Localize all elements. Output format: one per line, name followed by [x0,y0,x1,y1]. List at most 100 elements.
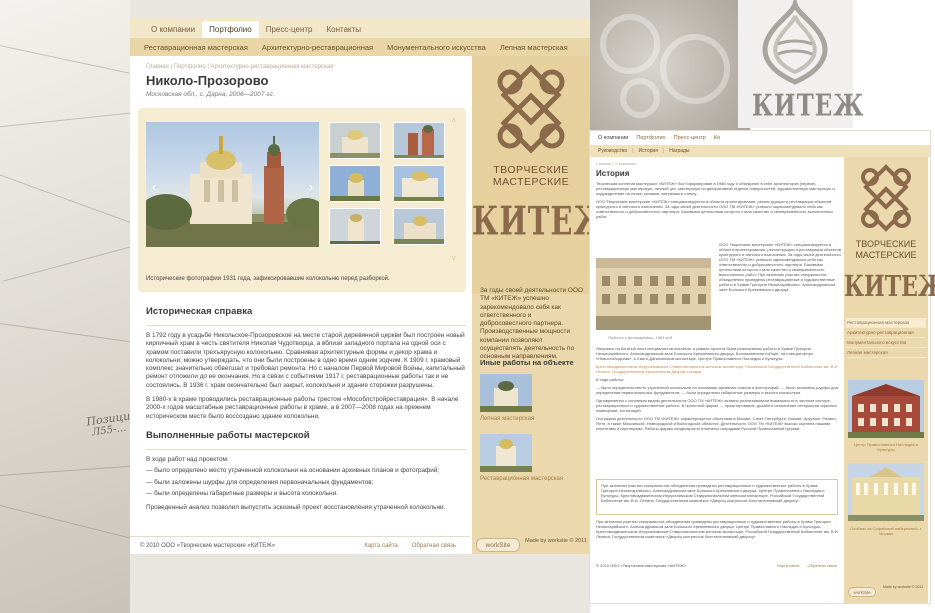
brand-name: ТВОРЧЕСКИЕ МАСТЕРСКИЕ [492,164,570,188]
gallery-thumbnail[interactable] [329,165,381,202]
preview-highlight[interactable]: Крестовоздвиженском Иерусалимском Ставро… [596,364,844,374]
subnav-item-restoration[interactable]: Реставрационная мастерская [144,43,248,52]
gallery-thumbnail[interactable] [393,165,445,202]
preview-brand-wordmark[interactable]: КИТЕЖ [844,270,935,304]
preview-building-caption[interactable]: Особняк на Софийской набережной, г. Моск… [848,526,924,536]
preview-nav-item-contacts[interactable]: Ко [710,135,724,141]
preview-list: — было определено место утраченной колок… [596,385,838,395]
worksite-credit[interactable]: Made by worksite © 2011 [524,538,588,545]
gallery-scroll-up-button[interactable]: ˄ [451,116,456,125]
sidebar-intro: За годы своей деятельности ООО ТМ «КИТЕЖ… [480,287,584,361]
preview-side-paragraph: ООО Творческие мастерские «КИТЕЖ» специа… [719,242,841,292]
preview-nav-item-about[interactable]: О компании [594,135,632,141]
brand-wordmark[interactable]: КИТЕЖ [472,198,612,244]
nav-item-press[interactable]: Пресс-центр [259,21,320,38]
other-work-photo[interactable] [480,434,532,472]
history-paragraph: В 1792 году в усадьбе Никольское-Прозоро… [146,332,465,389]
preview-paragraph: ООО Творческие мастерские «КИТЕЖ» специа… [596,199,833,219]
history-paragraph: В 1980-х в храме проводились реставрацио… [146,396,459,420]
other-work-label[interactable]: Реставрационная мастерская [480,476,563,482]
works-intro: В ходе работ над проектом: [146,456,229,463]
gallery-thumbnail[interactable] [393,122,445,159]
preview-footer-feedback-link[interactable]: Обратная связь [808,563,837,568]
footer-feedback-link[interactable]: Обратная связь [412,543,456,549]
preview-paragraph: Одновременно с основным видом деятельнос… [596,398,838,413]
gallery-prev-button[interactable]: ‹ [148,180,160,194]
preview-nav: О компании Портфолио Пресс-центр Ко [590,131,930,145]
nav-item-portfolio[interactable]: Портфолио [202,21,259,38]
works-list-item: — были определены габаритные размеры и в… [146,489,338,497]
section-divider [146,449,466,450]
main-page: О компании Портфолио Пресс-центр Контакт… [130,18,612,554]
preview-worksite-credit[interactable]: Made by worksite © 2011 [880,585,926,590]
page-title: Николо-Прозорово [146,73,269,88]
preview-side-menu: Реставрационная мастерская Архитектурно-… [846,318,926,358]
worksite-badge[interactable]: workSite [476,538,520,552]
preview-nav-item-press[interactable]: Пресс-центр [670,135,710,141]
preview-menu-item-restoration[interactable]: Реставрационная мастерская [846,318,926,328]
preview-building-caption[interactable]: Центр Православного Наследия и Культуры [848,442,924,452]
works-heading: Выполненные работы мастерской [146,430,310,441]
gallery-thumbnail[interactable] [329,122,381,159]
gallery-scroll-down-button[interactable]: ˅ [451,254,456,263]
gallery-thumbnail[interactable] [329,208,381,245]
gallery-thumbnail[interactable] [393,208,445,245]
subnav-item-architecture[interactable]: Архитектурно-реставрационная [262,43,373,52]
other-works-heading: Иные работы на объекте [480,358,574,367]
ornament-relief [590,0,750,130]
preview-quote-box: При активном участии специалистов объеди… [596,479,838,515]
other-work-item[interactable]: Лепная мастерская [480,374,534,422]
footer-sitemap-link[interactable]: Карта сайта [364,543,397,549]
preview-photo-caption: Подпись к фотографии, 1981 год [608,335,672,340]
history-page-preview: О компании Портфолио Пресс-центр Ко Руко… [589,130,935,604]
preview-subnav-item-history[interactable]: История [636,148,661,154]
works-list-item: — было определено место утраченной колок… [146,467,440,475]
preview-paragraph: География деятельности ООО ТМ «КИТЕЖ» ха… [596,416,837,431]
preview-menu-item-monumental[interactable]: Монументального искусства [846,338,926,348]
works-outro: Проведенный анализ позволил выпустить эс… [146,504,446,512]
preview-menu-item-stucco[interactable]: Лепная мастерская [846,348,926,358]
sidebar: ТВОРЧЕСКИЕ МАСТЕРСКИЕ КИТЕЖ За годы свое… [472,56,612,554]
preview-nav-item-portfolio[interactable]: Портфолио [632,135,669,141]
preview-menu-item-architecture[interactable]: Архитектурно-реставрационная [846,328,926,338]
nav-item-contacts[interactable]: Контакты [320,21,369,38]
preview-building-red[interactable] [848,380,924,438]
gallery-main-photo[interactable]: ‹ › [146,122,319,247]
preview-title: История [596,169,630,178]
footer-copyright: © 2010 ООО «Творческие мастерские «КИТЕЖ… [140,542,276,549]
works-section: Выполненные работы мастерской В ходе раб… [146,430,466,512]
preview-building-yellow[interactable] [848,463,924,521]
preview-footer-copyright: © 2010 ООО «Творческие мастерские «КИТЕЖ… [596,563,687,568]
gallery-next-button[interactable]: › [305,180,317,194]
knot-emblem-icon [861,164,911,232]
other-work-item[interactable]: Реставрационная мастерская [480,434,563,482]
page-footer: © 2010 ООО «Творческие мастерские «КИТЕЖ… [130,536,470,554]
background-sketch-left: Позиционировать Л55-… [0,0,130,613]
preview-content-lower: Опираясь на богатый опыт специалистов ко… [596,343,844,431]
preview-subnav-item-awards[interactable]: Награды [666,148,692,154]
subnav-item-stucco[interactable]: Лепная мастерская [500,43,568,52]
church-photo [146,136,319,247]
page-subtitle: Московская обл., с. Дарна, 2006—2007 гг. [146,91,275,98]
preview-subnav-item-management[interactable]: Руководство [595,148,630,154]
preview-sidebar: ТВОРЧЕСКИЕ МАСТЕРСКИЕ КИТЕЖ Реставрацион… [844,157,935,603]
kitezh-logo-large: КИТЕЖ [738,0,863,128]
nav-item-about[interactable]: О компании [144,21,202,38]
preview-paragraph: Опираясь на богатый опыт специалистов ко… [596,346,814,361]
other-work-photo[interactable] [480,374,532,412]
gallery-thumbnails [329,122,453,245]
preview-building-photo[interactable] [596,258,711,330]
history-section: Историческая справка В 1792 году в усадь… [146,306,466,421]
preview-worksite-badge[interactable]: workSite [848,587,876,597]
photo-gallery: ‹ › ˄ ˅ Исторические фотографии 1931 год… [138,108,466,292]
main-nav: О компании Портфолио Пресс-центр Контакт… [130,18,590,38]
preview-footer-sitemap-link[interactable]: Карта сайта [777,563,799,568]
knot-emblem-icon [497,64,565,154]
history-heading: Историческая справка [146,306,253,317]
preview-tail-paragraph: При активном участии специалистов объеди… [596,519,839,539]
other-work-label[interactable]: Лепная мастерская [480,416,534,422]
subnav-item-monumental[interactable]: Монументального искусства [387,43,486,52]
preview-breadcrumb[interactable]: Главная | О компании [596,161,844,166]
dome-icon [762,0,828,85]
breadcrumb[interactable]: Главная | Портфолио | Архитектурно-реста… [146,64,470,70]
